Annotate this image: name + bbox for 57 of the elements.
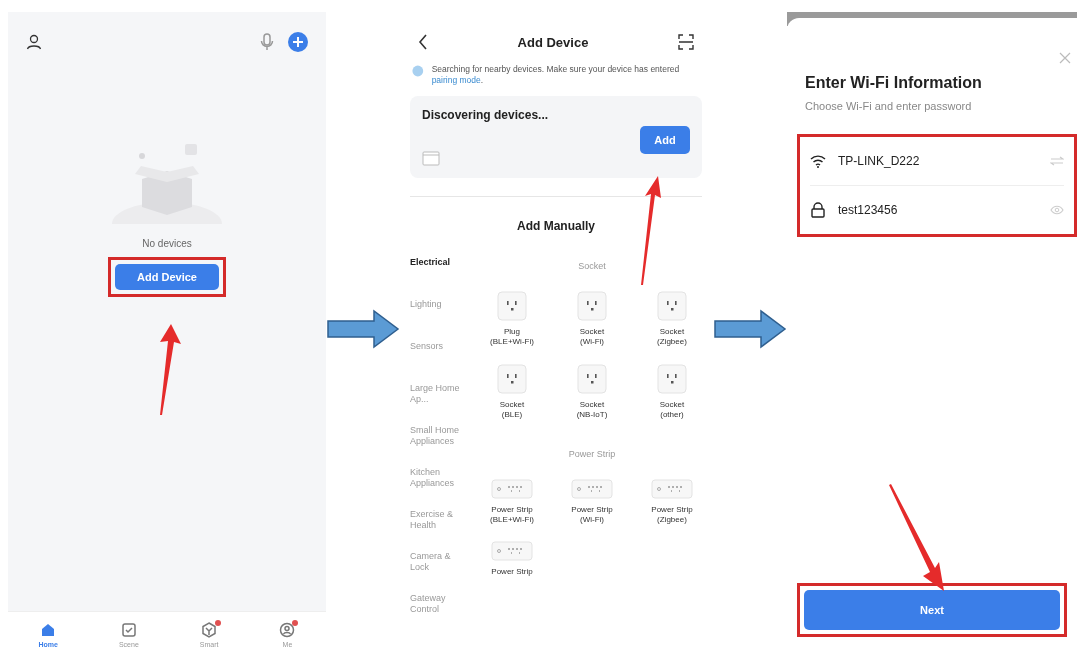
notice-text: Searching for nearby devices. Make sure your device has entered pairing mode. <box>431 64 681 87</box>
cube-icon <box>201 621 218 638</box>
device-name[interactable]: Socket (NB-IoT) <box>576 399 608 421</box>
category-item[interactable]: Exercise & Health <box>410 509 460 532</box>
screen-title: Add Device <box>517 34 589 50</box>
socket-icon <box>497 291 527 322</box>
device-name[interactable]: Power Strip (Zigbee) <box>651 504 693 526</box>
power-strip-icon <box>491 541 533 562</box>
category-item[interactable]: Electrical <box>410 257 460 280</box>
add-device-button[interactable]: Add Device <box>115 264 219 290</box>
category-item[interactable]: Sensors <box>410 341 460 364</box>
empty-state-text: No devices <box>142 238 192 249</box>
dialog-title: Enter Wi-Fi Information <box>805 74 983 92</box>
category-item[interactable]: Gateway Control <box>410 593 460 616</box>
pairing-mode-link[interactable]: pairing mode <box>431 75 481 86</box>
checkbox-icon <box>120 621 137 638</box>
spinner-icon <box>412 64 424 78</box>
power-strip-icon <box>651 478 693 499</box>
network-field[interactable]: TP-LINK_D222 <box>838 154 1038 168</box>
category-item[interactable]: Small Home Appliances <box>410 425 460 448</box>
device-name[interactable]: Socket (BLE) <box>499 399 525 421</box>
profile-icon[interactable] <box>26 34 42 50</box>
password-field[interactable]: test123456 <box>838 203 1038 217</box>
device-icon <box>422 150 440 167</box>
socket-icon <box>497 363 527 394</box>
socket-icon <box>657 291 687 322</box>
category-item[interactable]: Kitchen Appliances <box>410 467 460 490</box>
category-item[interactable]: Large Home Ap... <box>410 383 460 406</box>
category-item[interactable]: Camera & Lock <box>410 551 460 574</box>
home-icon <box>40 621 57 638</box>
plus-icon[interactable] <box>288 32 308 52</box>
device-name[interactable]: Power Strip (Wi-Fi) <box>571 504 613 526</box>
socket-icon <box>577 291 607 322</box>
socket-icon <box>577 363 607 394</box>
device-name[interactable]: Socket (Zigbee) <box>657 327 687 348</box>
power-strip-icon <box>571 478 613 499</box>
add-button[interactable]: Add <box>640 126 690 155</box>
device-name[interactable]: Power Strip (BLE+Wi-Fi) <box>490 504 534 526</box>
group-title: Socket <box>577 261 607 272</box>
lock-icon <box>810 202 826 218</box>
device-name[interactable]: Plug (BLE+Wi-Fi) <box>490 327 534 348</box>
category-item[interactable]: Lighting <box>410 299 460 322</box>
dialog-subtitle: Choose Wi-Fi and enter password <box>805 100 973 112</box>
device-name[interactable]: Socket (other) <box>659 399 685 421</box>
socket-icon <box>657 363 687 394</box>
wifi-icon <box>810 154 826 168</box>
device-name[interactable]: Socket (Wi-Fi) <box>579 327 605 348</box>
microphone-icon[interactable] <box>260 33 274 51</box>
power-strip-icon <box>491 478 533 499</box>
scan-icon[interactable] <box>678 34 694 50</box>
card-title: Discovering devices... <box>422 108 549 123</box>
back-icon[interactable] <box>418 34 428 50</box>
next-button[interactable]: Next <box>804 590 1060 630</box>
group-title: Power Strip <box>567 448 617 459</box>
profile-icon <box>279 621 296 638</box>
section-title: Add Manually <box>516 219 596 234</box>
device-name[interactable]: Power Strip <box>491 567 533 578</box>
